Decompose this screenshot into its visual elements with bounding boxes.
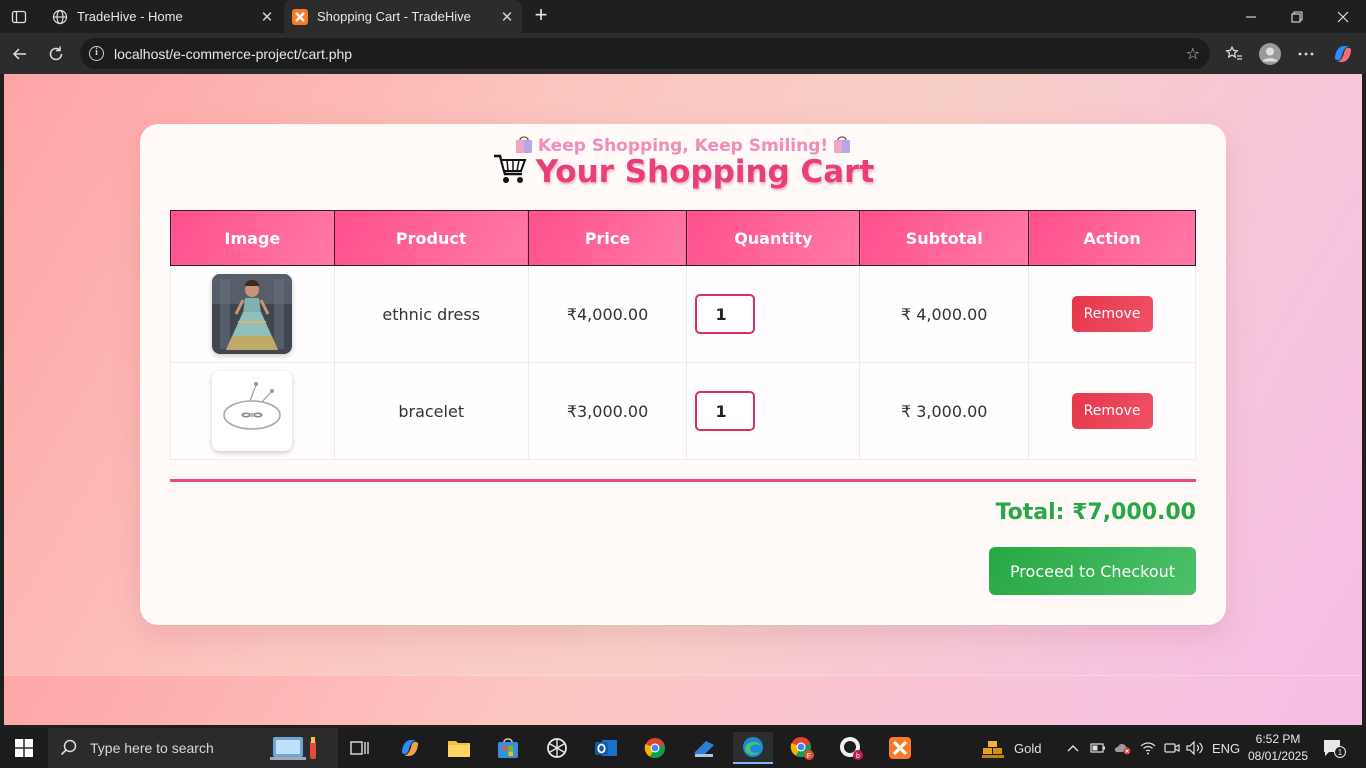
battery-icon[interactable] [1090, 728, 1106, 768]
action-cell: Remove [1028, 362, 1196, 460]
weather-label: Gold [1014, 740, 1042, 756]
copilot-icon[interactable] [1329, 40, 1357, 68]
globe-icon [52, 9, 68, 25]
clock-date: 08/01/2025 [1247, 749, 1309, 763]
taskbar-clock[interactable]: 6:52 PM 08/01/2025 [1238, 731, 1318, 765]
product-price: ₹4,000.00 [527, 265, 688, 363]
weather-widget[interactable]: Gold [980, 728, 1041, 768]
page-viewport: Keep Shopping, Keep Smiling! Your Shoppi… [4, 74, 1362, 725]
gold-price-icon [982, 741, 1004, 758]
cart-table: Image Product Price Quantity Subtotal Ac… [170, 210, 1196, 460]
page-footer-band [4, 675, 1362, 725]
xampp-icon [292, 8, 308, 25]
close-tab-icon[interactable]: ✕ [496, 8, 518, 26]
table-row: ethnic dress ₹4,000.00 ₹ 4,000.00 Remove [170, 265, 1196, 363]
svg-text:b: b [856, 753, 860, 760]
remote-desktop-icon[interactable] [684, 732, 724, 764]
address-bar-row: i localhost/e-commerce-project/cart.php … [0, 33, 1366, 74]
taskbar-search[interactable]: Type here to search [48, 728, 338, 768]
tab-title: TradeHive - Home [77, 9, 183, 24]
task-view-icon[interactable] [340, 732, 380, 764]
refresh-icon[interactable] [42, 40, 70, 68]
chrome-icon[interactable] [635, 732, 675, 764]
page-title-text: Your Shopping Cart [535, 154, 875, 190]
copilot-taskbar-icon[interactable] [390, 732, 430, 764]
column-header-quantity: Quantity [686, 210, 861, 266]
github-desktop-icon[interactable]: b [831, 732, 871, 764]
remove-button[interactable]: Remove [1071, 393, 1153, 429]
svg-text:F: F [807, 753, 811, 760]
product-name: ethnic dress [333, 265, 529, 363]
image-cell [170, 362, 335, 460]
onedrive-icon[interactable] [1114, 728, 1132, 768]
table-row: bracelet ₹3,000.00 ₹ 3,000.00 Remove [170, 362, 1196, 460]
file-explorer-icon[interactable] [439, 732, 479, 764]
product-subtotal: ₹ 3,000.00 [859, 362, 1030, 460]
volume-icon[interactable] [1186, 728, 1204, 768]
url-bar[interactable]: i localhost/e-commerce-project/cart.php … [80, 38, 1210, 69]
language-indicator[interactable]: ENG [1212, 728, 1240, 768]
notification-count: 1 [1338, 748, 1343, 757]
cart-card: Keep Shopping, Keep Smiling! Your Shoppi… [140, 124, 1226, 625]
network-icon[interactable] [1140, 728, 1156, 768]
quantity-input[interactable] [695, 294, 756, 334]
profile-avatar-icon[interactable] [1256, 40, 1284, 68]
product-name: bracelet [333, 362, 529, 460]
column-header-product: Product [333, 210, 529, 266]
new-tab-icon[interactable]: + [530, 4, 552, 27]
clock-time: 6:52 PM [1255, 732, 1301, 746]
chrome-profile-icon[interactable]: F [782, 732, 822, 764]
remove-button[interactable]: Remove [1071, 296, 1153, 332]
product-price: ₹3,000.00 [527, 362, 688, 460]
favorites-icon[interactable] [1220, 40, 1248, 68]
tab-actions-icon[interactable] [6, 6, 32, 28]
browser-tab-bar: TradeHive - Home ✕ Shopping Cart - Trade… [0, 0, 1366, 33]
more-menu-icon[interactable] [1292, 40, 1320, 68]
restore-icon[interactable] [1274, 0, 1320, 33]
edge-icon[interactable] [733, 732, 773, 764]
xampp-taskbar-icon[interactable] [880, 732, 920, 764]
bracelet-image [212, 371, 293, 451]
notification-center-icon[interactable]: 1 [1322, 728, 1346, 768]
column-header-image: Image [170, 210, 335, 266]
meet-now-icon[interactable] [1164, 728, 1180, 768]
close-window-icon[interactable] [1320, 0, 1366, 33]
minimize-icon[interactable] [1228, 0, 1274, 33]
windows-taskbar: Type here to search F b Gold ENG 6:52 PM… [0, 728, 1366, 768]
shopping-bag-icon [515, 136, 532, 153]
quantity-cell [686, 265, 861, 363]
image-cell [170, 265, 335, 363]
column-header-action: Action [1028, 210, 1196, 266]
column-header-subtotal: Subtotal [859, 210, 1030, 266]
search-highlight-icon [270, 737, 316, 760]
table-header-row: Image Product Price Quantity Subtotal Ac… [170, 210, 1196, 266]
product-subtotal: ₹ 4,000.00 [859, 265, 1030, 363]
ethnic-dress-image [212, 274, 293, 354]
search-icon [60, 739, 77, 756]
url-text: localhost/e-commerce-project/cart.php [114, 45, 353, 62]
back-icon[interactable] [6, 40, 34, 68]
tab-shopping-cart[interactable]: Shopping Cart - TradeHive ✕ [284, 0, 522, 33]
close-tab-icon[interactable]: ✕ [256, 8, 278, 26]
proceed-to-checkout-button[interactable]: Proceed to Checkout [989, 547, 1196, 595]
quantity-input[interactable] [695, 391, 756, 431]
windows-start-icon[interactable] [0, 728, 48, 768]
tab-title: Shopping Cart - TradeHive [317, 9, 471, 24]
tab-home[interactable]: TradeHive - Home ✕ [44, 0, 282, 33]
action-cell: Remove [1028, 265, 1196, 363]
search-placeholder: Type here to search [90, 740, 214, 756]
site-info-icon[interactable]: i [89, 46, 104, 61]
column-header-price: Price [527, 210, 688, 266]
shopping-bag-icon [834, 136, 851, 153]
page-title: Your Shopping Cart [140, 152, 1226, 190]
total-divider [170, 479, 1196, 482]
cart-total: Total: ₹7,000.00 [995, 500, 1196, 525]
outlook-icon[interactable] [586, 732, 626, 764]
shopping-cart-icon [493, 154, 527, 183]
favorite-star-icon[interactable]: ☆ [1186, 44, 1200, 63]
show-hidden-icons-icon[interactable] [1066, 728, 1080, 768]
microsoft-store-icon[interactable] [488, 732, 528, 764]
quantity-cell [686, 362, 861, 460]
chatgpt-icon[interactable] [537, 732, 577, 764]
